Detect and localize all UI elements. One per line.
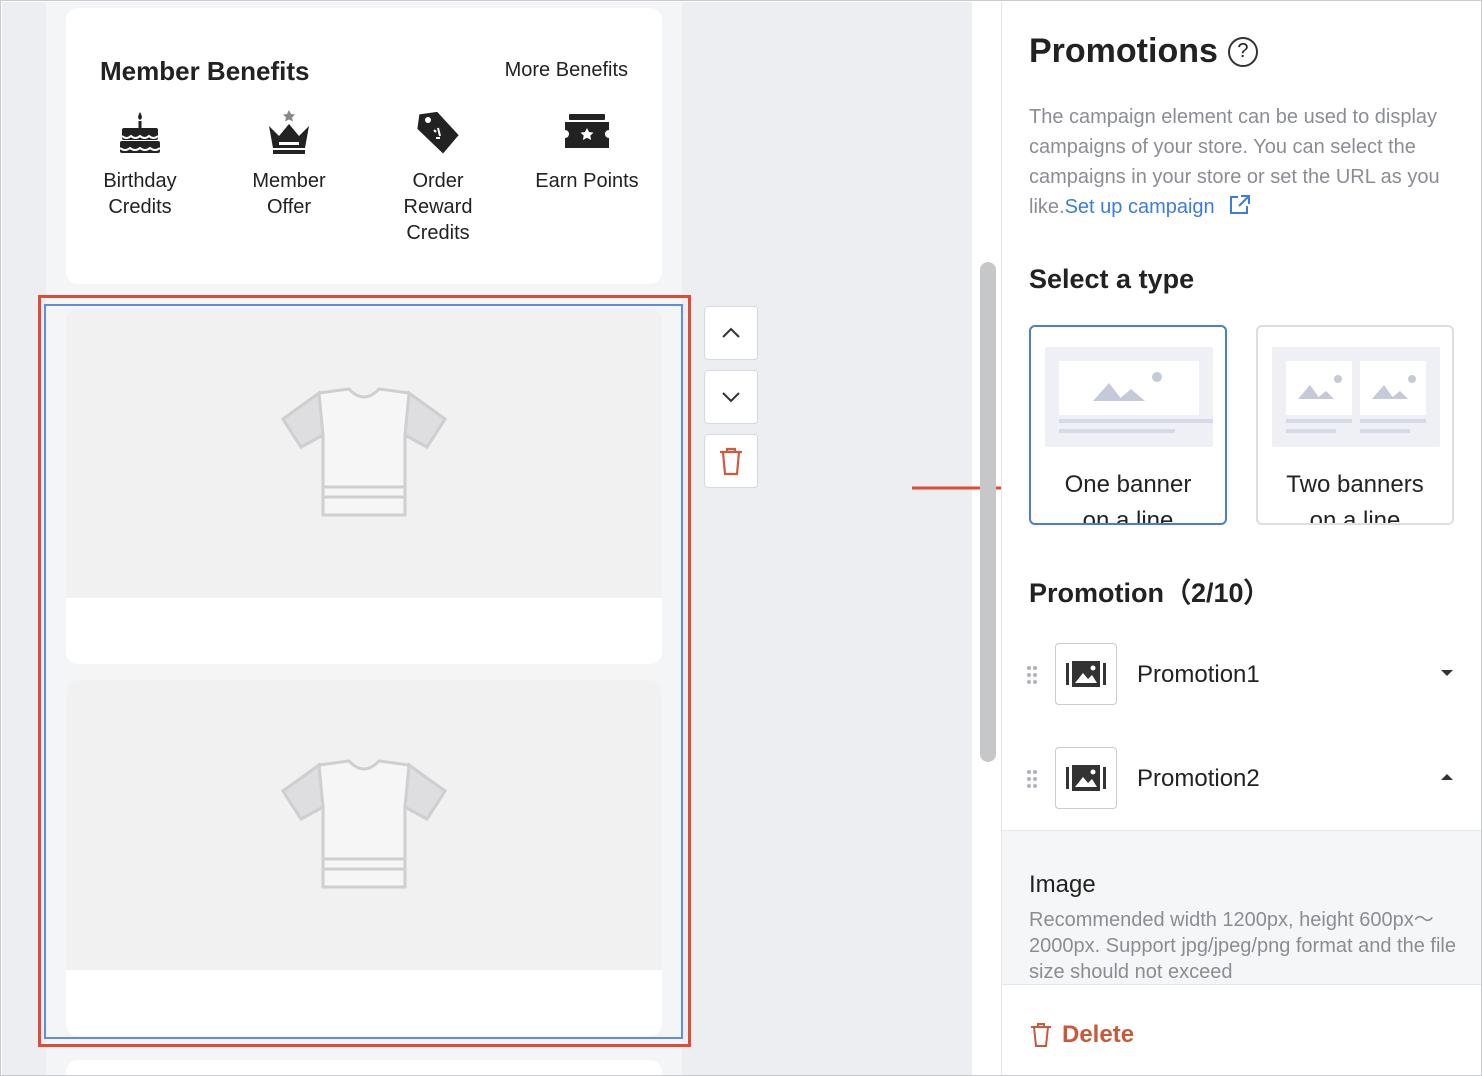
delete-label: Delete	[1062, 1021, 1135, 1048]
type-label-line-1: Two banners	[1286, 471, 1424, 498]
drag-handle-icon	[1027, 770, 1037, 788]
image-placeholder-icon[interactable]	[1055, 643, 1117, 705]
type-one-banner-card[interactable]: One banner on a line	[1029, 325, 1227, 525]
type-label-line-1: One banner	[1064, 471, 1192, 498]
benefit-label-line-3: Credits	[406, 222, 470, 244]
trash-icon	[720, 447, 742, 476]
delete-block-button[interactable]	[704, 434, 758, 488]
promotion-name: Promotion2	[1137, 765, 1260, 792]
caret-down-icon	[1441, 670, 1453, 676]
benefit-member-offer[interactable]: Member Offer	[229, 102, 349, 220]
benefit-earn-points[interactable]: Earn Points	[527, 102, 647, 194]
type-two-banners-card[interactable]: Two banners on a line	[1256, 325, 1454, 525]
move-down-button[interactable]	[704, 370, 758, 424]
benefit-birthday-credits[interactable]: Birthday Credits	[80, 102, 200, 220]
image-section-title: Image	[1029, 871, 1096, 898]
ticket-star-icon	[527, 102, 647, 162]
drag-handle-icon	[1027, 666, 1037, 684]
birthday-cake-icon	[80, 102, 200, 162]
type-label: Two banners on a line	[1258, 467, 1452, 525]
benefit-label: Earn Points	[535, 170, 639, 192]
benefit-label-line-1: Member	[252, 170, 326, 192]
type-label: One banner on a line	[1031, 467, 1225, 525]
image-settings-section: Image Recommended width 1200px, height 6…	[1002, 830, 1481, 984]
selected-block-outline	[44, 304, 683, 1039]
help-icon[interactable]: ?	[1227, 36, 1258, 67]
benefit-label-line-2: Offer	[266, 196, 312, 218]
app-frame: Member Benefits More Benefits Birthday C…	[0, 0, 1482, 1076]
benefit-label-line-2: Reward	[403, 196, 473, 218]
type-label-line-2: on a line	[1082, 507, 1174, 525]
delete-button[interactable]: Delete	[1030, 1021, 1134, 1049]
image-placeholder-icon[interactable]	[1055, 747, 1117, 809]
benefit-label-line-1: Order	[412, 170, 464, 192]
settings-panel: Promotions ? The campaign element can be…	[1001, 2, 1481, 1075]
crown-icon	[229, 102, 349, 162]
benefit-label-line-2: Credits	[108, 196, 172, 218]
two-banners-thumbnail	[1272, 347, 1440, 447]
trash-icon	[1031, 1023, 1051, 1047]
promotion-item-2[interactable]: Promotion2	[1002, 747, 1481, 811]
caret-up-icon	[1441, 774, 1453, 780]
move-up-button[interactable]	[704, 306, 758, 360]
member-benefits-card[interactable]: Member Benefits More Benefits Birthday C…	[66, 8, 662, 284]
price-tag-icon	[378, 102, 498, 162]
canvas-scrollbar[interactable]	[980, 262, 996, 762]
promotion-count-title: Promotion（2/10）	[1029, 578, 1271, 608]
select-type-title: Select a type	[1029, 264, 1195, 294]
chevron-up-icon	[722, 327, 740, 338]
panel-footer: Delete	[1002, 984, 1481, 1075]
external-link-icon	[1230, 195, 1251, 214]
type-label-line-2: on a line	[1309, 507, 1401, 525]
next-section-card[interactable]	[66, 1060, 662, 1075]
more-benefits-link[interactable]: More Benefits	[505, 59, 628, 82]
panel-title: Promotions ?	[1029, 32, 1258, 71]
setup-campaign-link[interactable]: Set up campaign	[1065, 196, 1215, 218]
editor-canvas: Member Benefits More Benefits Birthday C…	[2, 2, 1020, 1075]
one-banner-thumbnail	[1045, 347, 1213, 447]
member-benefits-title: Member Benefits	[100, 56, 310, 86]
promotion-name: Promotion1	[1137, 661, 1260, 688]
panel-description: The campaign element can be used to disp…	[1029, 102, 1449, 222]
chevron-down-icon	[722, 392, 740, 403]
image-requirements-text: Recommended width 1200px, height 600px～2…	[1029, 909, 1456, 983]
benefit-order-reward-credits[interactable]: Order Reward Credits	[378, 102, 498, 246]
benefit-label-line-1: Birthday	[103, 170, 177, 192]
panel-title-text: Promotions	[1029, 32, 1218, 70]
promotion-item-1[interactable]: Promotion1	[1002, 643, 1481, 707]
